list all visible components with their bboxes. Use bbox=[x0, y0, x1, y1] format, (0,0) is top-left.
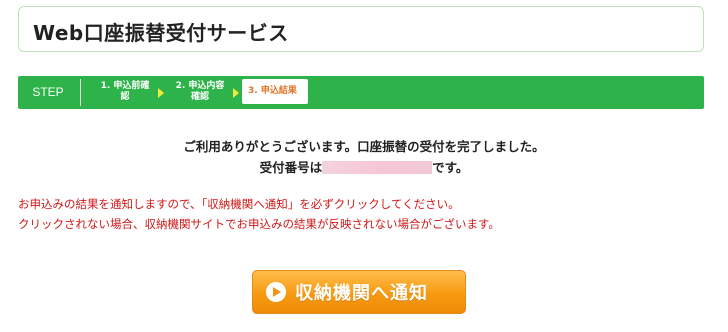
step-1-pre-confirmation: 1. 申込前確 認 bbox=[91, 81, 159, 105]
step-arrow-icon bbox=[158, 88, 164, 98]
redacted-receipt-number bbox=[322, 161, 433, 174]
receipt-suffix: です。 bbox=[432, 160, 469, 175]
step-3-current: 3. 申込結果 bbox=[242, 79, 308, 104]
step-divider bbox=[80, 79, 81, 106]
step-3-label: 3. 申込結果 bbox=[248, 86, 297, 96]
receipt-prefix: 受付番号は bbox=[259, 160, 323, 175]
page-title: Web口座振替受付サービス bbox=[33, 21, 289, 45]
completion-message: ご利用ありがとうございます。口座振替の受付を完了しました。 bbox=[183, 139, 545, 154]
notice-line-2: クリックされない場合、収納機関サイトでお申込みの結果が反映されない場合がございま… bbox=[18, 217, 500, 231]
step-arrow-icon bbox=[233, 88, 239, 98]
notice-line-1: お申込みの結果を通知しますので、「収納機関へ通知」を必ずクリックしてください。 bbox=[18, 197, 460, 211]
receipt-number-line: 受付番号は です。 bbox=[0, 157, 728, 176]
step-2-content-confirmation: 2. 申込内容 確認 bbox=[166, 81, 234, 105]
play-circle-icon bbox=[266, 282, 286, 302]
step-2-line2: 確認 bbox=[190, 92, 209, 102]
step-2-line1: 2. 申込内容 bbox=[175, 81, 225, 91]
notify-institution-button[interactable]: 収納機関へ通知 bbox=[252, 270, 466, 314]
service-title-box: Web口座振替受付サービス bbox=[18, 6, 704, 52]
step-1-line1: 1. 申込前確 bbox=[100, 81, 150, 91]
notify-button-label: 収納機関へ通知 bbox=[295, 283, 428, 304]
step-1-line2: 認 bbox=[120, 92, 130, 102]
step-label: STEP bbox=[32, 85, 64, 99]
step-progress-bar: STEP 1. 申込前確 認 2. 申込内容 確認 3. 申込結果 bbox=[18, 76, 704, 109]
